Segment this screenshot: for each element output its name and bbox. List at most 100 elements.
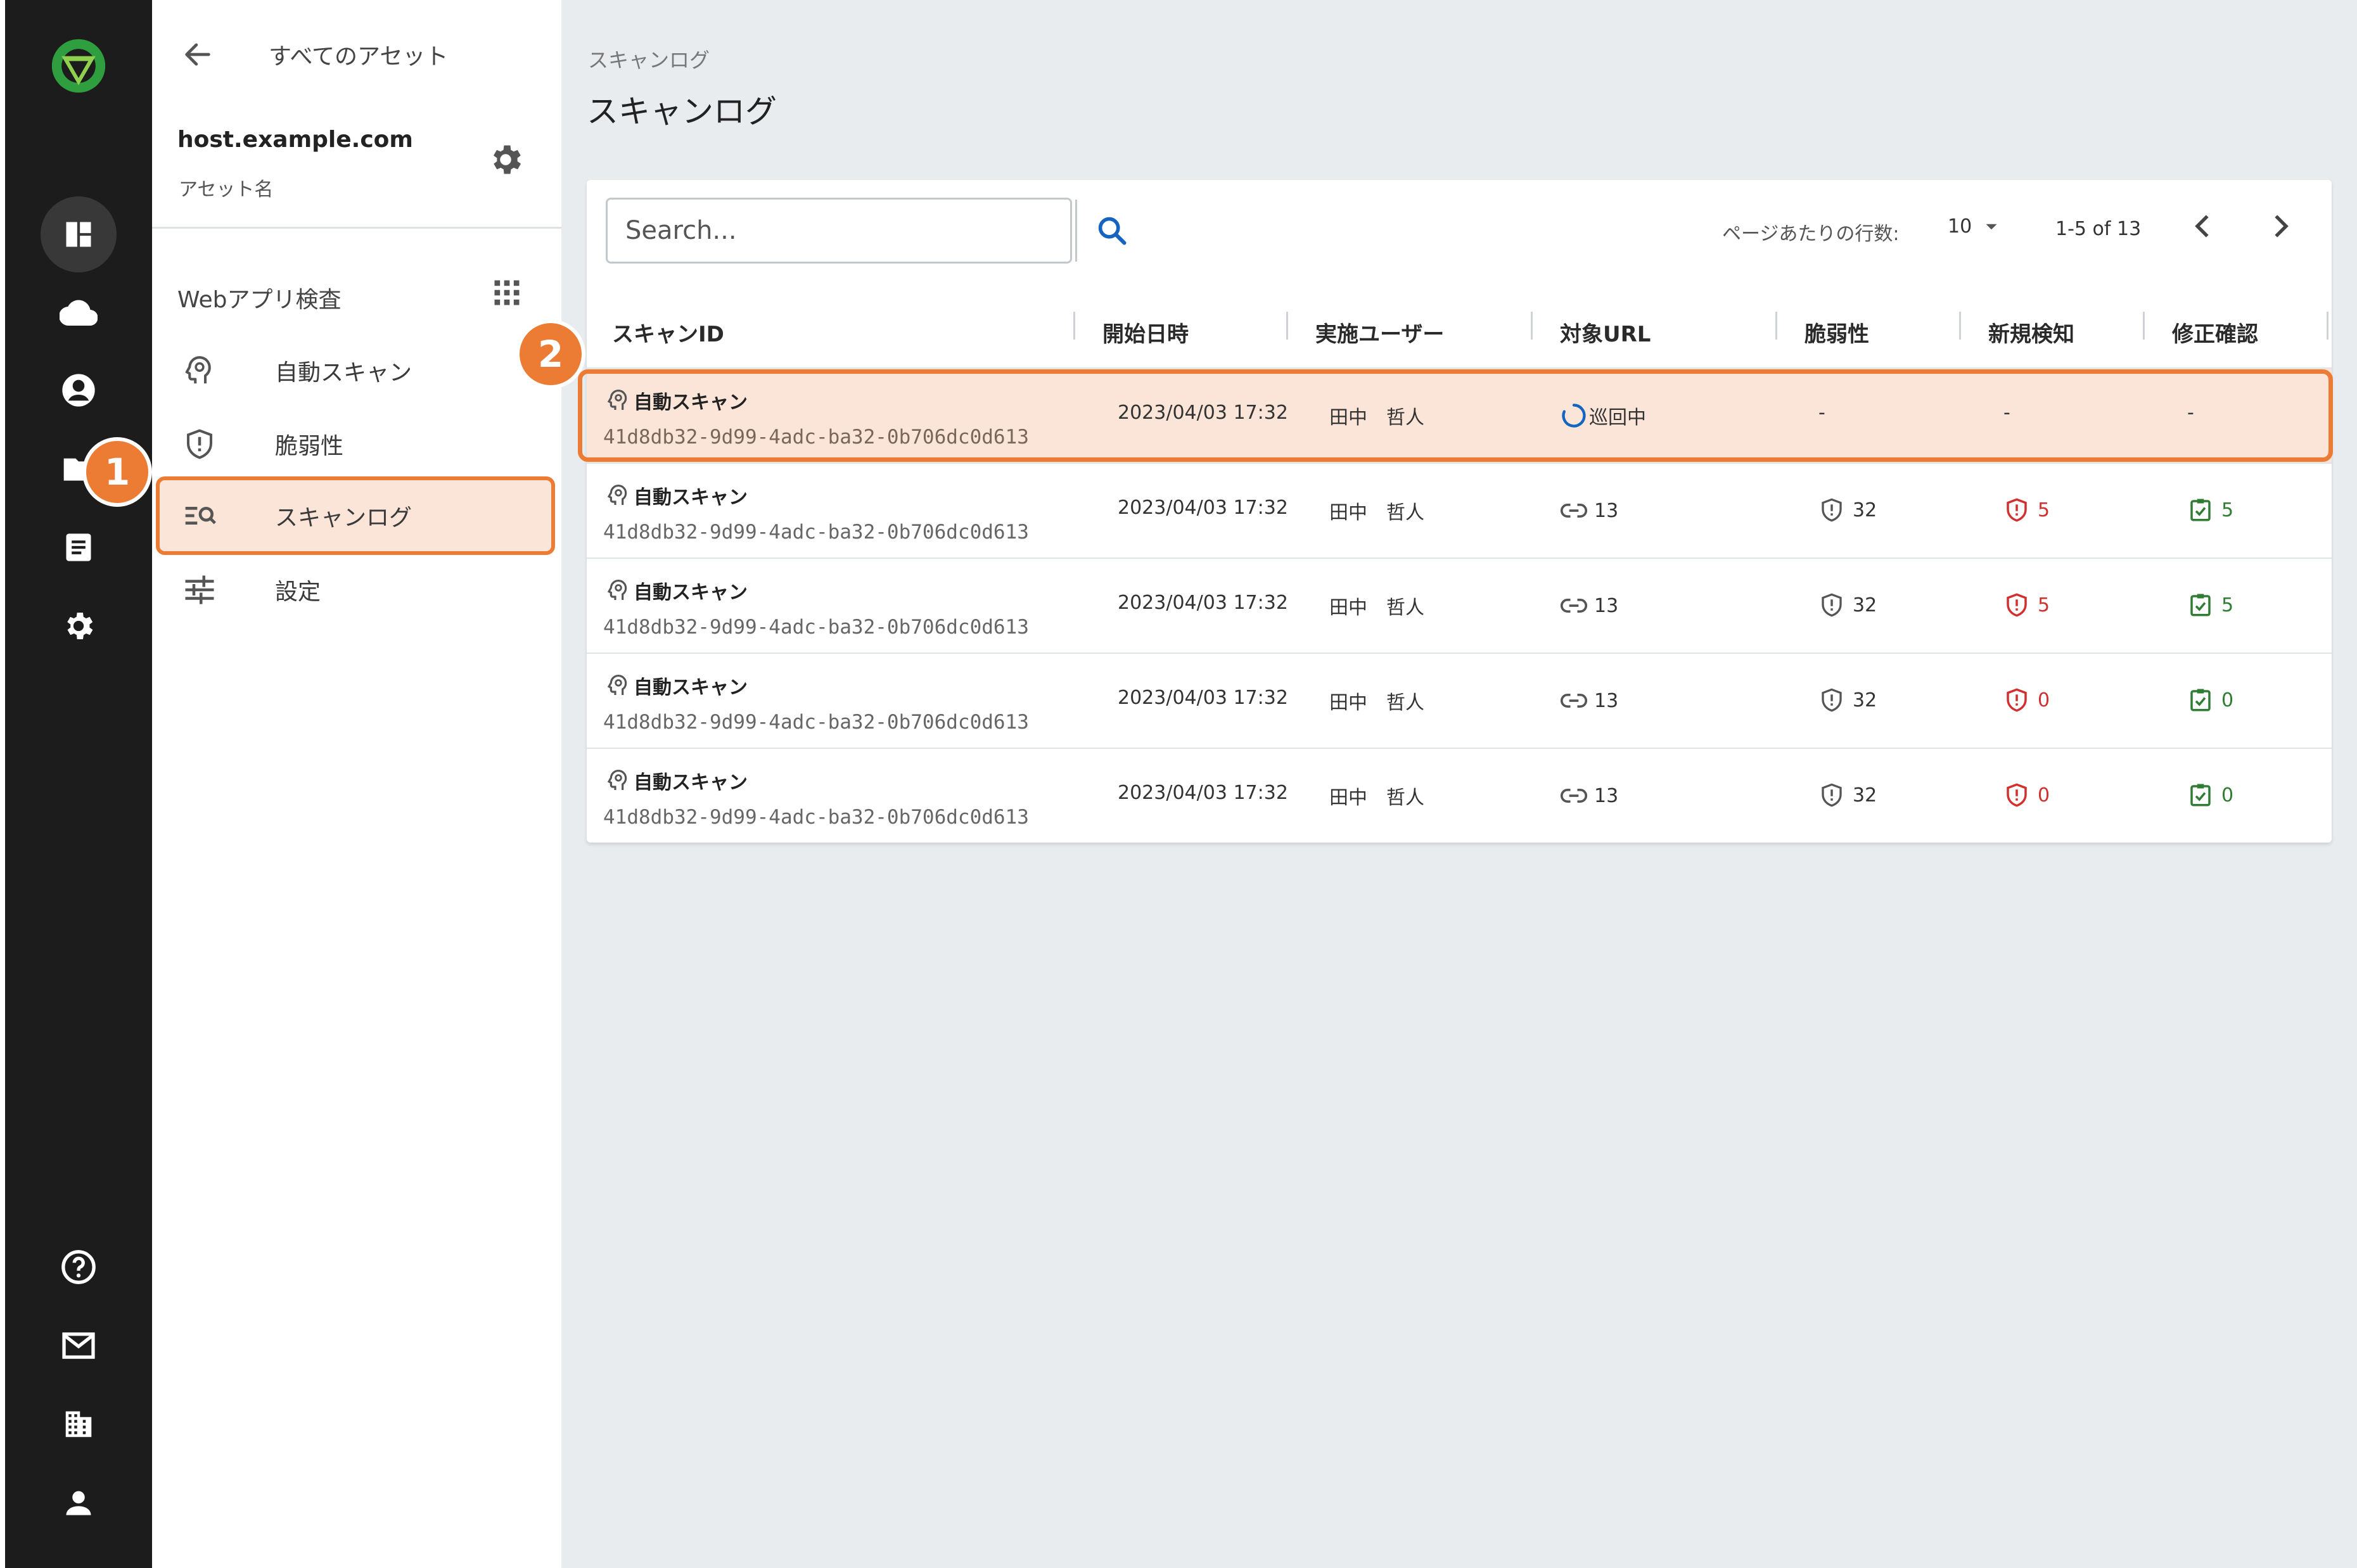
- auto-scan-icon: [182, 354, 227, 388]
- table-row[interactable]: 自動スキャン 41d8db32-9d99-4adc-ba32-0b706dc0d…: [587, 653, 2332, 748]
- search-button[interactable]: [1075, 200, 1147, 262]
- rail-user[interactable]: [41, 1465, 117, 1541]
- main-content: スキャンログ スキャンログ ページあたりの行数: 10 1-5 of 13: [561, 0, 2357, 1568]
- auto-scan-icon: [607, 580, 627, 600]
- scan-type-label: 自動スキャン: [634, 677, 748, 699]
- table-row[interactable]: 自動スキャン 41d8db32-9d99-4adc-ba32-0b706dc0d…: [587, 462, 2332, 558]
- apps-grid-icon: [494, 280, 520, 305]
- column-separator: [1531, 312, 1533, 340]
- clipboard-check-icon: [2190, 499, 2211, 521]
- rail-report[interactable]: [41, 509, 117, 585]
- new-detection-count: 0: [2003, 782, 2050, 808]
- caret-down-icon: [1986, 224, 1997, 229]
- asset-sidebar: すべてのアセット host.example.com アセット名 Webアプリ検査: [152, 0, 563, 1568]
- clipboard-check-icon: [2190, 784, 2211, 806]
- vulnerability-count: 32: [1818, 782, 1877, 808]
- start-time: 2023/04/03 17:32: [1118, 782, 1288, 804]
- app-logo[interactable]: [41, 28, 117, 104]
- search-icon: [1098, 217, 1127, 245]
- scan-type-label: 自動スキャン: [634, 487, 748, 509]
- person-icon: [66, 1491, 91, 1515]
- new-detection-count: -: [2003, 402, 2010, 424]
- clipboard-check-icon: [2190, 689, 2211, 711]
- back-link[interactable]: すべてのアセット: [181, 38, 448, 71]
- new-detection-count-value: 5: [2038, 499, 2050, 521]
- table-row[interactable]: 自動スキャン 41d8db32-9d99-4adc-ba32-0b706dc0d…: [587, 748, 2332, 843]
- icon-rail: [5, 0, 152, 1568]
- sidebar-item-label: 設定: [275, 579, 321, 605]
- fix-confirmed-count-value: 5: [2221, 594, 2234, 616]
- link-icon: [1560, 504, 1588, 518]
- rail-mail[interactable]: [41, 1308, 117, 1384]
- scan-log-icon: [182, 498, 227, 533]
- chevron-right-icon: [2275, 215, 2289, 238]
- cloud-icon: [60, 300, 98, 326]
- target-url-count: 13: [1560, 782, 1618, 810]
- sidebar-item-scan-log[interactable]: スキャンログ: [156, 476, 555, 555]
- auto-scan-icon: [607, 770, 627, 790]
- rail-account[interactable]: [41, 352, 117, 428]
- rail-organization[interactable]: [41, 1386, 117, 1462]
- arrow-left-icon: [185, 43, 210, 66]
- clipboard-check-icon: [2190, 594, 2211, 616]
- shield-alert-red-icon: [2007, 783, 2027, 807]
- next-page-button[interactable]: [2263, 209, 2297, 243]
- column-separator: [1073, 312, 1075, 340]
- prev-page-button[interactable]: [2186, 209, 2220, 243]
- breadcrumb[interactable]: スキャンログ: [588, 44, 710, 73]
- rail-cloud[interactable]: [41, 275, 117, 351]
- vulnerability-count-value: 32: [1853, 499, 1877, 521]
- sidebar-item-label: スキャンログ: [275, 505, 412, 531]
- rail-settings[interactable]: [41, 588, 117, 664]
- section-title: Webアプリ検査: [177, 287, 342, 313]
- rows-per-page-select[interactable]: 10: [1948, 215, 2002, 238]
- sidebar-item-settings[interactable]: 設定: [162, 555, 550, 625]
- sidebar-item-auto-scan[interactable]: 自動スキャン: [162, 336, 550, 405]
- chevron-left-icon: [2195, 215, 2209, 238]
- rows-per-page-value: 10: [1948, 215, 1972, 238]
- table-row[interactable]: 自動スキャン 41d8db32-9d99-4adc-ba32-0b706dc0d…: [587, 558, 2332, 653]
- column-header-vulnerabilities[interactable]: 脆弱性: [1804, 317, 1869, 348]
- sidebar-item-vulnerabilities[interactable]: 脆弱性: [162, 409, 550, 479]
- column-header-target-url[interactable]: 対象URL: [1560, 317, 1651, 348]
- new-detection-count: 0: [2003, 687, 2050, 713]
- search-input[interactable]: [608, 200, 1070, 262]
- building-icon: [65, 1411, 92, 1437]
- asset-label: アセット名: [179, 179, 274, 201]
- scan-type-label: 自動スキャン: [634, 392, 748, 414]
- apps-grid-button[interactable]: [490, 276, 523, 309]
- scan-id: 41d8db32-9d99-4adc-ba32-0b706dc0d613: [603, 806, 1029, 829]
- rail-dashboard[interactable]: [41, 196, 117, 272]
- scan-type-label: 自動スキャン: [634, 772, 748, 794]
- vulnerability-count-value: 32: [1853, 689, 1877, 711]
- rail-help[interactable]: [41, 1229, 117, 1305]
- column-header-start-time[interactable]: 開始日時: [1102, 317, 1189, 348]
- target-url-count-value: 13: [1594, 689, 1619, 712]
- fix-confirmed-count-value: 5: [2221, 499, 2234, 521]
- target-url-count: 13: [1560, 497, 1618, 525]
- sidebar-item-label: 自動スキャン: [275, 360, 412, 386]
- fix-confirmed-count-value: 0: [2221, 689, 2234, 711]
- account-circle-icon: [62, 374, 95, 407]
- column-header-new-detections[interactable]: 新規検知: [1988, 317, 2074, 348]
- new-detection-count-value: 0: [2038, 689, 2050, 711]
- sliders-icon: [182, 573, 227, 607]
- rows-per-page-label: ページあたりの行数:: [1722, 223, 1900, 245]
- column-header-scan-id[interactable]: スキャンID: [612, 317, 724, 348]
- column-header-user[interactable]: 実施ユーザー: [1315, 317, 1444, 348]
- start-time: 2023/04/03 17:32: [1118, 687, 1288, 709]
- scan-id: 41d8db32-9d99-4adc-ba32-0b706dc0d613: [603, 426, 1029, 449]
- column-header-fix-confirmed[interactable]: 修正確認: [2172, 317, 2258, 348]
- user-name: 田中 哲人: [1329, 407, 1424, 429]
- pagination-range: 1-5 of 13: [2055, 218, 2142, 240]
- target-url-count: 13: [1560, 687, 1618, 715]
- vulnerability-count: 32: [1818, 687, 1877, 713]
- fix-confirmed-count: -: [2187, 402, 2194, 424]
- loading-spinner-icon: [1562, 404, 1586, 428]
- auto-scan-icon: [607, 675, 627, 695]
- asset-settings-button[interactable]: [487, 141, 525, 179]
- target-url-count-value: 13: [1594, 594, 1619, 617]
- back-link-label: すべてのアセット: [269, 44, 449, 70]
- table-row[interactable]: 自動スキャン 41d8db32-9d99-4adc-ba32-0b706dc0d…: [587, 367, 2332, 462]
- vulnerability-count: -: [1818, 402, 1825, 424]
